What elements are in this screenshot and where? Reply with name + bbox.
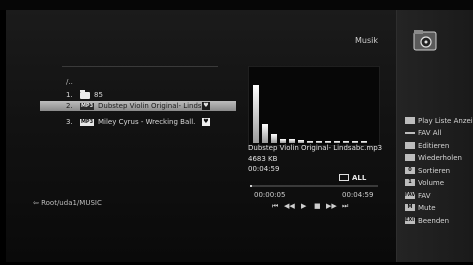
progress-bar[interactable]	[250, 185, 378, 187]
spectrum-bar	[316, 141, 322, 143]
page-title: Musik	[355, 36, 378, 45]
song-duration: 00:04:59	[248, 165, 280, 173]
list-item[interactable]: 3. MP3 Miley Cyrus - Wrecking Ball. ♥	[66, 117, 236, 127]
key-0-icon: 0	[405, 167, 415, 174]
item-number: 3.	[66, 118, 73, 126]
item-label: Dubstep Violin Original- Linds	[98, 102, 202, 110]
spectrum-bar	[307, 141, 313, 143]
repeat-mode: ALL	[352, 174, 367, 182]
spectrum-bar	[271, 134, 277, 143]
song-name: Dubstep Violin Original- Lindsabc.mp3	[248, 144, 383, 152]
spectrum-bar	[298, 140, 304, 143]
next-icon[interactable]: ⏭	[342, 201, 348, 211]
fast-forward-icon[interactable]: ▶▶	[326, 201, 337, 211]
screen: Musik /.. 1. 85 2. MP3 Dubstep Violin Or…	[0, 0, 473, 265]
stop-icon[interactable]: ■	[314, 201, 321, 211]
mp3-file-icon: MP3	[80, 119, 94, 126]
spectrum-bar	[352, 141, 358, 143]
dash-icon	[405, 132, 415, 134]
color-key-icon	[405, 142, 415, 149]
item-label: 85	[94, 91, 103, 99]
folder-icon	[80, 90, 90, 99]
item-number: 1.	[66, 91, 73, 99]
music-folder-icon	[411, 26, 439, 54]
item-label: Miley Cyrus - Wrecking Ball.	[98, 118, 196, 126]
color-key-icon	[405, 117, 415, 124]
exit-key-icon: EXIT	[405, 217, 418, 224]
spectrum-bar	[361, 141, 367, 143]
spectrum-bar	[289, 139, 295, 143]
item-number: 2.	[66, 102, 73, 110]
key-1-icon: 1	[405, 179, 415, 186]
song-size: 4683 KB	[248, 155, 278, 163]
current-path: ⇦ Root/uda1/MUSIC	[33, 199, 102, 207]
play-icon[interactable]: ▶	[301, 201, 306, 211]
spectrum-bar	[334, 141, 340, 143]
repeat-icon	[339, 174, 349, 181]
list-divider	[62, 66, 218, 67]
spectrum-visualizer	[248, 66, 380, 146]
list-item-selected[interactable]: 2. MP3 Dubstep Violin Original- Linds ♥	[40, 101, 236, 111]
fav-key-icon: FAV	[405, 192, 416, 199]
top-bezel	[0, 0, 473, 10]
color-key-icon	[405, 154, 415, 161]
favorite-icon[interactable]: ♥	[202, 118, 210, 126]
parent-directory-item[interactable]: /..	[66, 79, 73, 86]
time-elapsed: 00:00:05	[254, 191, 286, 199]
spectrum-bar	[325, 141, 331, 143]
previous-icon[interactable]: ⏮	[272, 201, 278, 211]
rewind-icon[interactable]: ◀◀	[284, 201, 295, 211]
favorite-icon[interactable]: ♥	[202, 102, 210, 110]
spectrum-bar	[262, 124, 268, 143]
mute-key-icon: M	[405, 204, 415, 211]
spectrum-bar	[343, 141, 349, 143]
spectrum-bar	[280, 139, 286, 143]
spectrum-bar	[253, 85, 259, 143]
list-item-folder[interactable]: 1. 85	[66, 90, 236, 100]
progress-fill	[250, 185, 253, 187]
mp3-file-icon: MP3	[80, 103, 94, 110]
time-total: 00:04:59	[342, 191, 374, 199]
